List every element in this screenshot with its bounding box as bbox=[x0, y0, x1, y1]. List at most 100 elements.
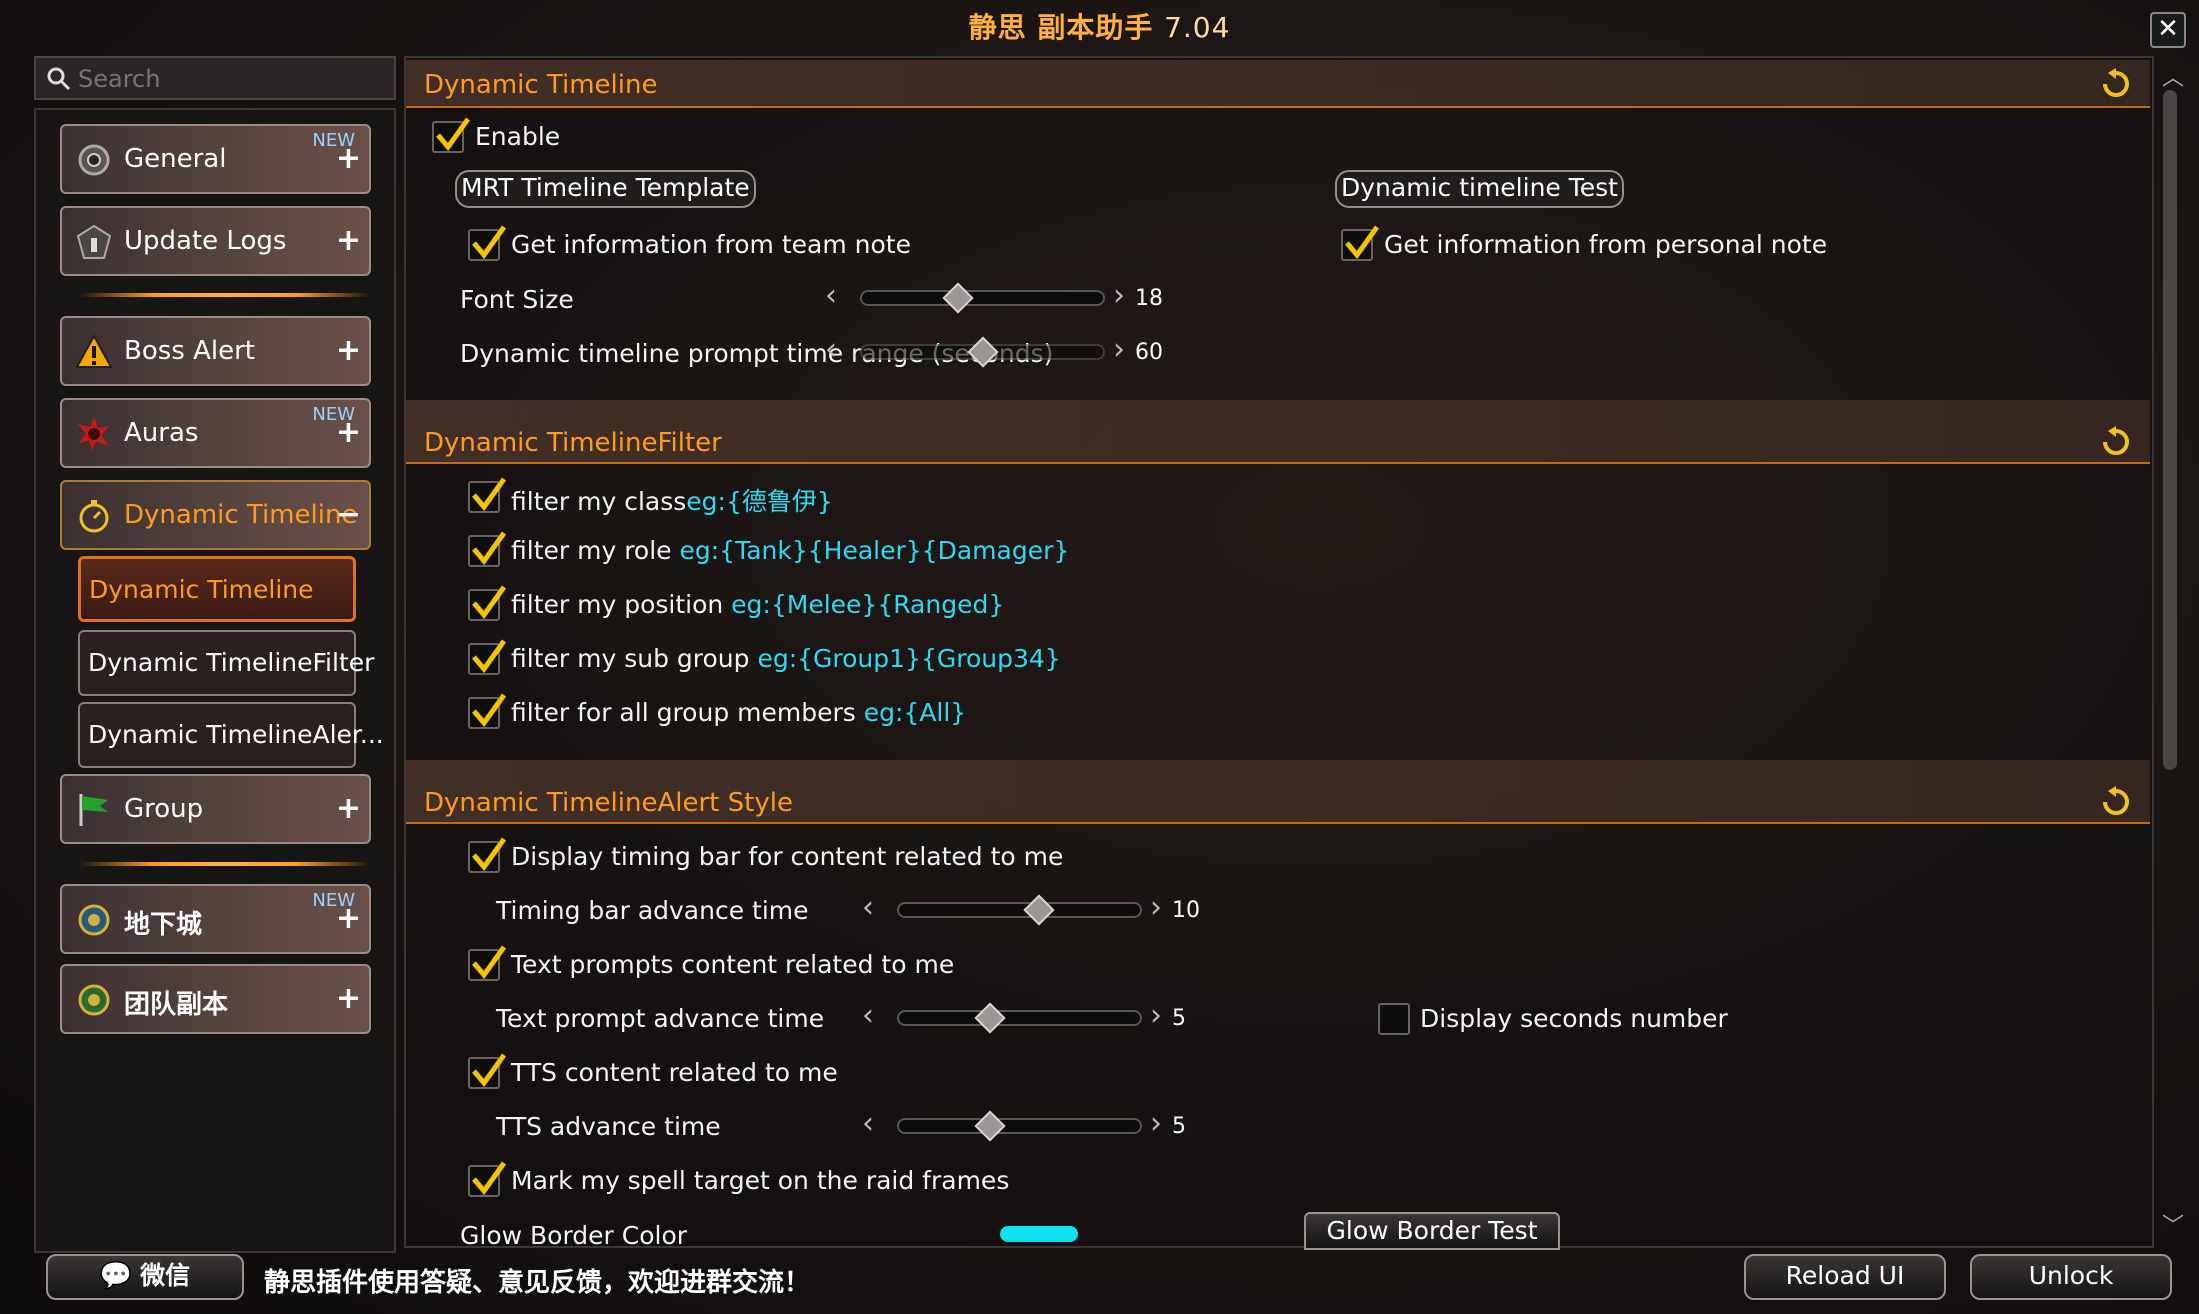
filter-subgroup-checkbox[interactable] bbox=[468, 639, 507, 675]
expand-icon: + bbox=[335, 791, 361, 826]
unlock-button[interactable]: Unlock bbox=[1970, 1254, 2172, 1300]
decrease-arrow-icon[interactable]: ‹ bbox=[862, 998, 874, 1033]
slider-knob[interactable] bbox=[942, 282, 974, 314]
display-seconds-checkbox[interactable] bbox=[1378, 1003, 1410, 1035]
mark-target-label: Mark my spell target on the raid frames bbox=[511, 1166, 1010, 1195]
section-header-timeline-filter: Dynamic TimelineFilter bbox=[406, 400, 2150, 464]
mark-target-checkbox[interactable] bbox=[468, 1161, 507, 1197]
decrease-arrow-icon[interactable]: ‹ bbox=[825, 278, 837, 313]
decrease-arrow-icon[interactable]: ‹ bbox=[862, 1106, 874, 1141]
sidebar-subitem-timeline-filter[interactable]: Dynamic TimelineFilter bbox=[78, 630, 374, 696]
decrease-arrow-icon[interactable]: ‹ bbox=[825, 332, 837, 367]
slider-track[interactable] bbox=[897, 902, 1142, 918]
bar-advance-label: Timing bar advance time bbox=[496, 896, 809, 925]
sidebar-subitem-timeline-alert[interactable]: Dynamic TimelineAler... bbox=[78, 702, 384, 768]
sidebar-item-general[interactable]: General NEW + bbox=[60, 124, 371, 194]
slider-knob[interactable] bbox=[966, 336, 999, 368]
raid-icon bbox=[76, 982, 112, 1018]
display-bar-label: Display timing bar for content related t… bbox=[511, 842, 1064, 871]
dynamic-timeline-test-button[interactable]: Dynamic timeline Test bbox=[1335, 170, 1624, 208]
filter-class-checkbox[interactable] bbox=[468, 477, 507, 513]
filter-position-hint: eg:{Melee}{Ranged} bbox=[731, 590, 1005, 619]
team-note-checkbox[interactable] bbox=[468, 225, 507, 261]
personal-note-label: Get information from personal note bbox=[1384, 230, 1828, 259]
scroll-up-icon[interactable]: ︿ bbox=[2162, 60, 2184, 92]
bar-advance-value: 10 bbox=[1172, 898, 1200, 923]
glow-color-swatch[interactable] bbox=[1000, 1226, 1078, 1242]
slider-track[interactable] bbox=[897, 1010, 1142, 1026]
filter-all-label: filter for all group members eg:{All} bbox=[511, 698, 966, 727]
stopwatch-icon bbox=[76, 498, 112, 534]
sidebar-item-update-logs[interactable]: Update Logs + bbox=[60, 206, 371, 276]
increase-arrow-icon[interactable]: › bbox=[1113, 278, 1125, 313]
display-bar-checkbox[interactable] bbox=[468, 837, 507, 873]
font-size-slider[interactable]: ‹ › 18 bbox=[825, 278, 1165, 318]
scrollbar-thumb[interactable] bbox=[2163, 90, 2177, 770]
sidebar-item-dungeon[interactable]: 地下城 NEW + bbox=[60, 884, 371, 954]
filter-subgroup-label: filter my sub group eg:{Group1}{Group34} bbox=[511, 644, 1061, 673]
sidebar-item-label: 团队副本 bbox=[124, 990, 229, 1020]
sidebar-divider bbox=[80, 862, 370, 866]
expand-icon: + bbox=[335, 223, 361, 258]
text-advance-value: 5 bbox=[1172, 1006, 1186, 1031]
search-input[interactable] bbox=[76, 62, 380, 96]
increase-arrow-icon[interactable]: › bbox=[1150, 890, 1162, 925]
display-seconds-label: Display seconds number bbox=[1420, 1004, 1728, 1033]
warning-icon bbox=[75, 333, 113, 370]
dungeon-icon bbox=[76, 902, 112, 938]
increase-arrow-icon[interactable]: › bbox=[1150, 1106, 1162, 1141]
increase-arrow-icon[interactable]: › bbox=[1150, 998, 1162, 1033]
slider-track[interactable] bbox=[860, 290, 1105, 306]
gear-icon bbox=[76, 142, 112, 178]
filter-all-text: filter for all group members bbox=[511, 698, 864, 727]
slider-knob[interactable] bbox=[1023, 894, 1055, 926]
expand-icon: + bbox=[335, 415, 361, 450]
reload-ui-button[interactable]: Reload UI bbox=[1744, 1254, 1946, 1300]
reset-icon[interactable] bbox=[2100, 786, 2132, 818]
text-advance-slider[interactable]: ‹ › 5 bbox=[862, 998, 1202, 1038]
tts-content-label: TTS content related to me bbox=[511, 1058, 838, 1087]
scroll-down-icon[interactable]: ﹀ bbox=[2162, 1208, 2184, 1240]
sidebar-subitem-label: Dynamic Timeline bbox=[89, 575, 314, 604]
prompt-range-slider[interactable]: ‹ › 60 bbox=[825, 332, 1165, 372]
expand-icon: + bbox=[335, 981, 361, 1016]
sidebar-item-dynamic-timeline[interactable]: Dynamic Timeline − bbox=[60, 480, 371, 550]
search-box[interactable] bbox=[34, 56, 396, 100]
sidebar-divider bbox=[80, 293, 370, 297]
filter-all-checkbox[interactable] bbox=[468, 693, 507, 729]
filter-role-checkbox[interactable] bbox=[468, 531, 507, 567]
close-button[interactable]: ✕ bbox=[2150, 12, 2186, 48]
text-prompts-checkbox[interactable] bbox=[468, 945, 507, 981]
bar-advance-slider[interactable]: ‹ › 10 bbox=[862, 890, 1202, 930]
mrt-timeline-template-button[interactable]: MRT Timeline Template bbox=[455, 170, 756, 208]
tts-advance-slider[interactable]: ‹ › 5 bbox=[862, 1106, 1202, 1146]
filter-role-hint: eg:{Tank}{Healer}{Damager} bbox=[679, 536, 1070, 565]
increase-arrow-icon[interactable]: › bbox=[1113, 332, 1125, 367]
wechat-button[interactable]: 💬 微信 bbox=[46, 1254, 244, 1300]
slider-knob[interactable] bbox=[974, 1110, 1006, 1142]
filter-class-hint: eg:{德鲁伊} bbox=[686, 487, 833, 516]
sidebar-subitem-dynamic-timeline[interactable]: Dynamic Timeline bbox=[78, 556, 356, 622]
filter-class-text: filter my class bbox=[511, 487, 687, 516]
personal-note-checkbox[interactable] bbox=[1341, 225, 1380, 261]
reset-icon[interactable] bbox=[2100, 426, 2132, 458]
sidebar-item-group[interactable]: Group + bbox=[60, 774, 371, 844]
sidebar-item-label: Group bbox=[124, 794, 204, 824]
tts-content-checkbox[interactable] bbox=[468, 1053, 507, 1089]
wechat-icon: 💬 bbox=[99, 1261, 133, 1291]
filter-all-hint: eg:{All} bbox=[863, 698, 967, 727]
text-prompts-label: Text prompts content related to me bbox=[511, 950, 955, 979]
sidebar-item-label: Auras bbox=[124, 418, 199, 448]
text-advance-label: Text prompt advance time bbox=[496, 1004, 825, 1033]
filter-position-checkbox[interactable] bbox=[468, 585, 507, 621]
reset-icon[interactable] bbox=[2100, 68, 2132, 100]
slider-track[interactable] bbox=[897, 1118, 1142, 1134]
filter-class-label: filter my classeg:{德鲁伊} bbox=[511, 482, 833, 518]
sidebar-item-auras[interactable]: Auras NEW + bbox=[60, 398, 371, 468]
glow-border-test-button[interactable]: Glow Border Test bbox=[1304, 1212, 1560, 1250]
decrease-arrow-icon[interactable]: ‹ bbox=[862, 890, 874, 925]
sidebar-item-raid[interactable]: 团队副本 + bbox=[60, 964, 371, 1034]
sidebar-item-boss-alert[interactable]: Boss Alert + bbox=[60, 316, 371, 386]
slider-knob[interactable] bbox=[974, 1002, 1006, 1034]
enable-checkbox[interactable] bbox=[432, 117, 471, 153]
